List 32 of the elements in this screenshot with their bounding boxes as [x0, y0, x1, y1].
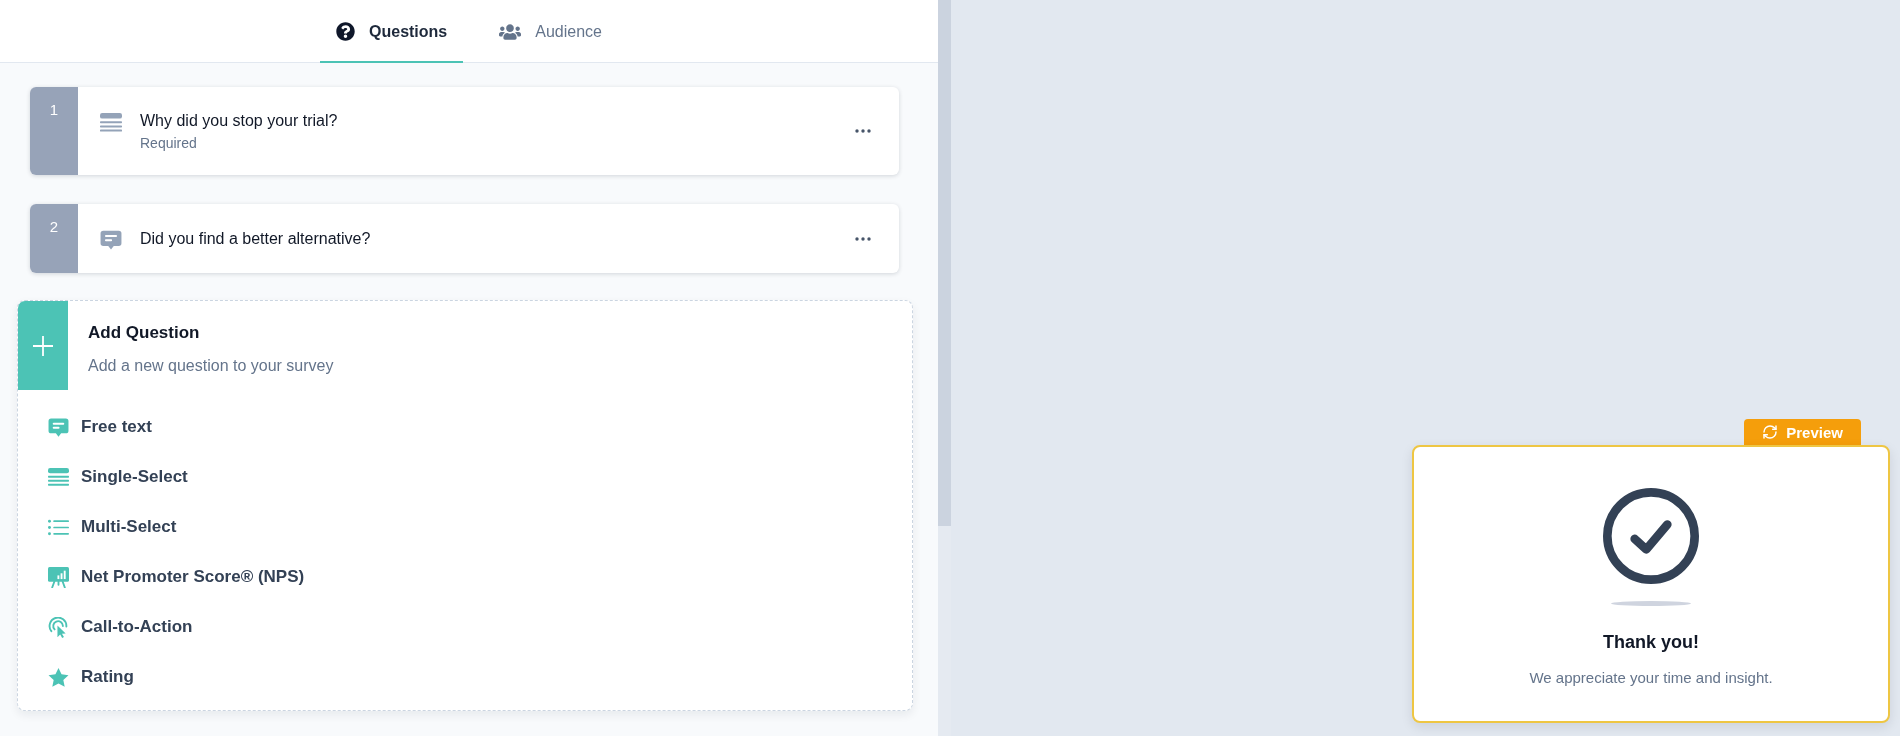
- stacked-bars-icon: [100, 112, 122, 134]
- more-icon: [855, 236, 871, 241]
- question-type-option[interactable]: Single-Select: [47, 452, 188, 502]
- thank-you-message: We appreciate your time and insight.: [1529, 668, 1773, 688]
- scrollbar-thumb[interactable]: [938, 0, 951, 526]
- question-type-option[interactable]: Free text: [47, 402, 152, 452]
- pointer-icon: [47, 616, 69, 638]
- chart-board-icon: [47, 566, 69, 588]
- star-icon: [47, 666, 69, 688]
- check-circle-icon: [1603, 488, 1699, 584]
- thank-you-title: Thank you!: [1603, 631, 1699, 654]
- question-type-option[interactable]: Multi-Select: [47, 502, 177, 552]
- question-card[interactable]: 2 Did you find a better alternative?: [30, 204, 899, 273]
- chat-bubble-icon: [100, 229, 122, 251]
- question-type-option[interactable]: Net Promoter Score® (NPS): [47, 552, 305, 602]
- question-number: 1: [30, 87, 78, 175]
- refresh-icon: [1762, 424, 1779, 440]
- question-title: Did you find a better alternative?: [140, 228, 372, 249]
- question-type-option[interactable]: Call-to-Action: [47, 602, 193, 652]
- question-icon: [336, 22, 355, 41]
- question-subtitle: Required: [140, 134, 198, 153]
- more-icon: [855, 129, 871, 133]
- add-question-subtitle: Add a new question to your survey: [88, 356, 334, 376]
- tab[interactable]: Audience: [483, 0, 618, 63]
- stacked-bars-icon: [47, 466, 69, 488]
- question-card[interactable]: 1 Why did you stop your trial? Required: [30, 87, 899, 175]
- question-type-option[interactable]: Rating: [47, 652, 134, 702]
- question-title: Why did you stop your trial?: [140, 111, 339, 131]
- question-number: 2: [30, 204, 78, 273]
- tab[interactable]: Questions: [320, 0, 464, 63]
- chat-bubble-icon: [47, 416, 69, 438]
- add-question-title: Add Question: [88, 322, 201, 344]
